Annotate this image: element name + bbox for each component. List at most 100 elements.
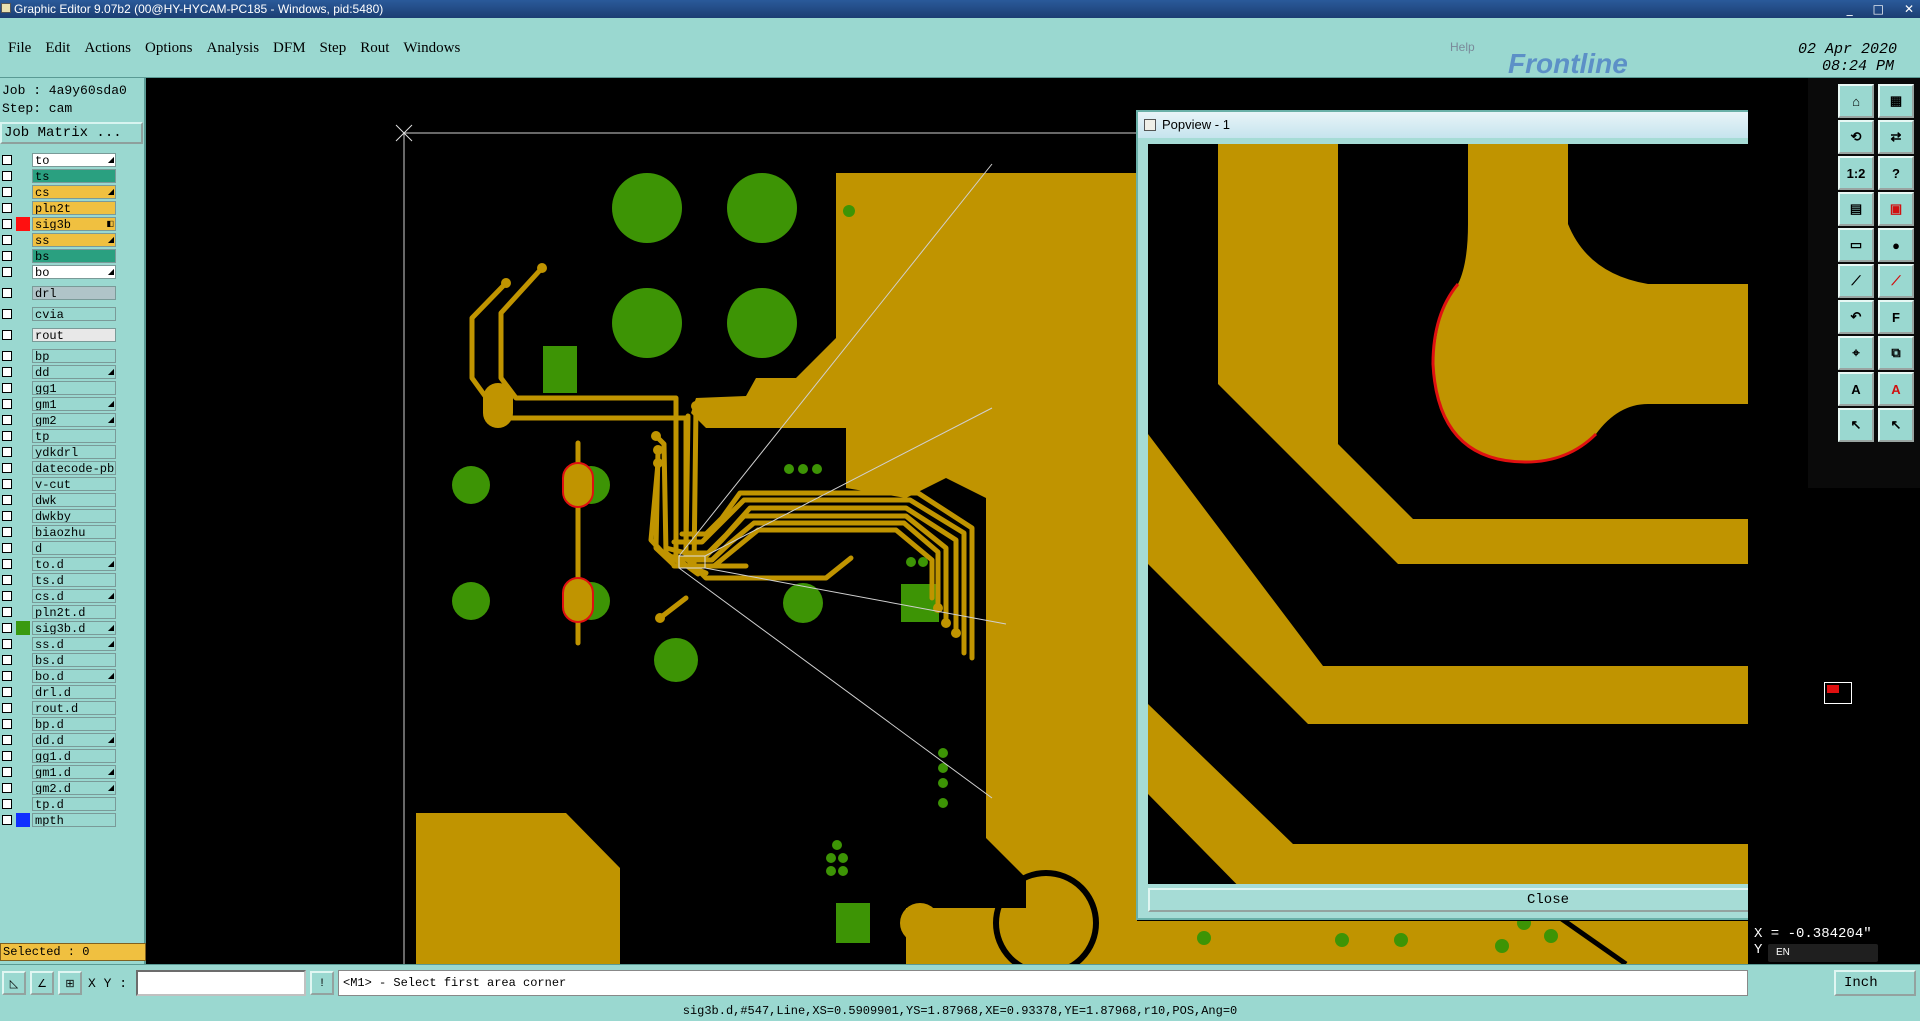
popview-canvas[interactable] <box>1148 144 1748 884</box>
menu-windows[interactable]: Windows <box>403 40 460 57</box>
layer-checkbox[interactable] <box>2 267 12 277</box>
layer-row[interactable]: ydkdrl <box>0 444 118 460</box>
layer-row[interactable]: pln2t <box>0 200 118 216</box>
layer-row[interactable]: datecode-pbc <box>0 460 118 476</box>
layer-row[interactable]: bo.d ◢ <box>0 668 118 684</box>
layer-checkbox[interactable] <box>2 171 12 181</box>
layer-row[interactable]: dd ◢ <box>0 364 118 380</box>
menu-rout[interactable]: Rout <box>360 40 389 57</box>
layer-row[interactable]: sig3b ◧ <box>0 216 118 232</box>
layer-name[interactable]: sig3b.d <box>32 621 116 635</box>
layer-name[interactable]: cvia <box>32 307 116 321</box>
minimize-button[interactable]: _ <box>1847 0 1853 18</box>
cursor-drag-icon[interactable]: ↖ <box>1878 408 1914 442</box>
menu-dfm[interactable]: DFM <box>273 40 306 57</box>
mini-preview[interactable] <box>1824 682 1852 704</box>
layer-name[interactable]: drl <box>32 286 116 300</box>
grid-icon[interactable]: ▦ <box>1878 84 1914 118</box>
layer-name[interactable]: dwkby <box>32 509 116 523</box>
layer-name[interactable]: bp.d <box>32 717 116 731</box>
layer-name[interactable]: gg1 <box>32 381 116 395</box>
layer-checkbox[interactable] <box>2 383 12 393</box>
layer-row[interactable]: ts <box>0 168 118 184</box>
layer-row[interactable]: tp <box>0 428 118 444</box>
layer-checkbox[interactable] <box>2 367 12 377</box>
layer-name[interactable]: v-cut <box>32 477 116 491</box>
layer-row[interactable]: dwkby <box>0 508 118 524</box>
layer-row[interactable]: v-cut <box>0 476 118 492</box>
layer-row[interactable]: gm2.d ◢ <box>0 780 118 796</box>
layer-checkbox[interactable] <box>2 288 12 298</box>
layer-name[interactable]: bp <box>32 349 116 363</box>
layer-checkbox[interactable] <box>2 703 12 713</box>
layer-name[interactable]: ts <box>32 169 116 183</box>
layer-color-swatch[interactable] <box>16 217 30 231</box>
layer-checkbox[interactable] <box>2 751 12 761</box>
layer-name[interactable]: dd <box>32 365 116 379</box>
layer-row[interactable]: gm2 ◢ <box>0 412 118 428</box>
layer-row[interactable]: drl.d <box>0 684 118 700</box>
layer-name[interactable]: gg1.d <box>32 749 116 763</box>
menu-options[interactable]: Options <box>145 40 193 57</box>
layer-checkbox[interactable] <box>2 799 12 809</box>
layer-row[interactable]: ss.d ◢ <box>0 636 118 652</box>
layer-row[interactable]: cs ◢ <box>0 184 118 200</box>
menu-file[interactable]: File <box>8 40 31 57</box>
layer-name[interactable]: gm1 <box>32 397 116 411</box>
undo-icon[interactable]: ⟲ <box>1838 120 1874 154</box>
layer-checkbox[interactable] <box>2 187 12 197</box>
layer-row[interactable]: sig3b.d ◢ <box>0 620 118 636</box>
alert-icon[interactable]: ! <box>310 971 334 995</box>
layer-name[interactable]: gm1.d <box>32 765 116 779</box>
layer-name[interactable]: rout.d <box>32 701 116 715</box>
layer-row[interactable]: cvia <box>0 306 118 322</box>
layer-checkbox[interactable] <box>2 559 12 569</box>
layer-icon[interactable]: ▤ <box>1838 192 1874 226</box>
layer-name[interactable]: ss.d <box>32 637 116 651</box>
grid-snap-icon[interactable]: ⊞ <box>58 971 82 995</box>
layer-row[interactable]: bo ◢ <box>0 264 118 280</box>
layer-checkbox[interactable] <box>2 155 12 165</box>
layer-checkbox[interactable] <box>2 219 12 229</box>
layer-row[interactable]: gm1.d ◢ <box>0 764 118 780</box>
layer-name[interactable]: ts.d <box>32 573 116 587</box>
layer-checkbox[interactable] <box>2 309 12 319</box>
layer-row[interactable]: drl <box>0 285 118 301</box>
measure-icon[interactable]: ∠ <box>30 971 54 995</box>
layer-row[interactable]: ts.d <box>0 572 118 588</box>
arc-red-icon[interactable]: A <box>1878 372 1914 406</box>
layer-row[interactable]: gm1 ◢ <box>0 396 118 412</box>
snap-icon[interactable]: ↶ <box>1838 300 1874 334</box>
layer-name[interactable]: to <box>32 153 116 167</box>
copy-icon[interactable]: ⧉ <box>1878 336 1914 370</box>
layer-row[interactable]: dwk <box>0 492 118 508</box>
layer-red-icon[interactable]: ▣ <box>1878 192 1914 226</box>
menu-step[interactable]: Step <box>320 40 347 57</box>
layer-row[interactable]: to ◢ <box>0 152 118 168</box>
layer-name[interactable]: bo.d <box>32 669 116 683</box>
layer-checkbox[interactable] <box>2 235 12 245</box>
popview-close-button[interactable]: Close <box>1148 888 1748 912</box>
layer-checkbox[interactable] <box>2 431 12 441</box>
cursor-icon[interactable]: ↖ <box>1838 408 1874 442</box>
arc-icon[interactable]: A <box>1838 372 1874 406</box>
layer-row[interactable]: biaozhu <box>0 524 118 540</box>
text-icon[interactable]: F <box>1878 300 1914 334</box>
layer-name[interactable]: bo <box>32 265 116 279</box>
layer-checkbox[interactable] <box>2 351 12 361</box>
menu-analysis[interactable]: Analysis <box>207 40 260 57</box>
home-icon[interactable]: ⌂ <box>1838 84 1874 118</box>
layer-name[interactable]: cs <box>32 185 116 199</box>
layer-row[interactable]: cs.d ◢ <box>0 588 118 604</box>
layer-checkbox[interactable] <box>2 655 12 665</box>
layer-name[interactable]: ydkdrl <box>32 445 116 459</box>
layer-name[interactable]: ss <box>32 233 116 247</box>
layer-checkbox[interactable] <box>2 767 12 777</box>
layer-color-swatch[interactable] <box>16 813 30 827</box>
layer-checkbox[interactable] <box>2 399 12 409</box>
layer-name[interactable]: drl.d <box>32 685 116 699</box>
net-icon[interactable]: ⟋ <box>1838 264 1874 298</box>
graphic-canvas[interactable]: Popview - 1 ✕ ⧉ ⊕ ⊖ ◧ ◨ ⤢ ⛶ Close <box>146 78 1748 964</box>
layer-name[interactable]: mpth <box>32 813 116 827</box>
close-window-button[interactable]: ✕ <box>1904 0 1914 18</box>
